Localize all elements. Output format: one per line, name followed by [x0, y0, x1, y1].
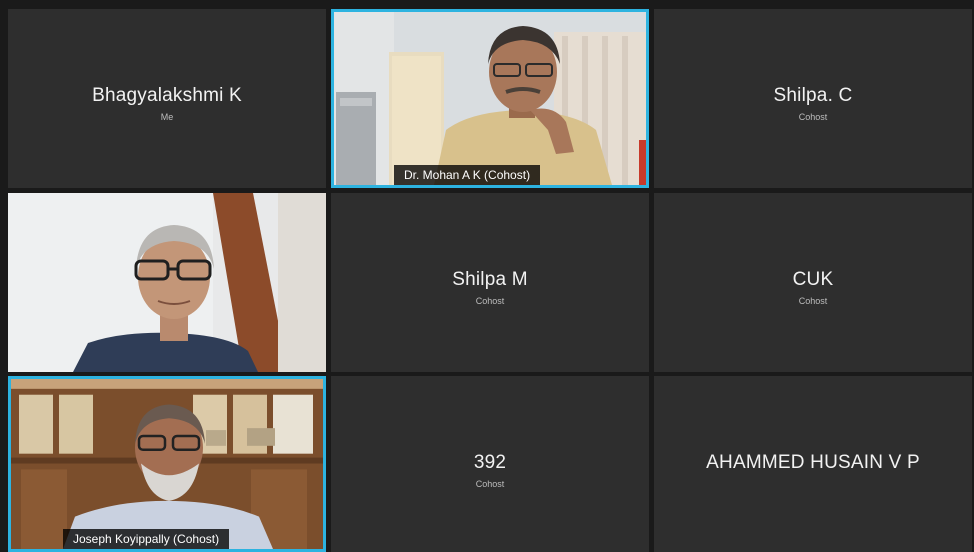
participant-tile-bhagyalakshmi[interactable]: Bhagyalakshmi K Me	[8, 9, 326, 188]
participant-tile-shilpa-c[interactable]: Shilpa. C Cohost	[654, 9, 972, 188]
participant-tile-mohan[interactable]: Dr. Mohan A K (Cohost)	[331, 9, 649, 188]
participant-tile-cuk[interactable]: CUK Cohost	[654, 193, 972, 372]
participant-role: Me	[160, 112, 174, 122]
participant-name: Shilpa M	[452, 269, 528, 290]
participant-tile-ahammed[interactable]: AHAMMED HUSAIN V P	[654, 376, 972, 552]
participant-name: Bhagyalakshmi K	[92, 85, 242, 106]
participant-nametag: Joseph Koyippally (Cohost)	[63, 529, 230, 549]
participant-video	[334, 12, 646, 185]
participant-tile-joseph[interactable]: Joseph Koyippally (Cohost)	[8, 376, 326, 552]
participant-nametag: Dr. Mohan A K (Cohost)	[394, 165, 541, 185]
participant-video	[11, 379, 323, 549]
participant-name: Shilpa. C	[773, 85, 853, 106]
participant-role: Cohost	[798, 296, 828, 306]
participant-name: CUK	[792, 269, 834, 290]
participant-video	[8, 193, 326, 372]
participant-name: 392	[473, 452, 507, 473]
participant-role: Cohost	[798, 112, 828, 122]
participant-tile-shilpa-m[interactable]: Shilpa M Cohost	[331, 193, 649, 372]
video-grid: Bhagyalakshmi K Me Dr. Mohan A K (Cohost…	[0, 0, 974, 552]
participant-tile-392[interactable]: 392 Cohost	[331, 376, 649, 552]
participant-role: Cohost	[475, 296, 505, 306]
participant-tile-video-2[interactable]	[8, 193, 326, 372]
participant-role: Cohost	[475, 479, 505, 489]
participant-name: AHAMMED HUSAIN V P	[706, 452, 920, 473]
